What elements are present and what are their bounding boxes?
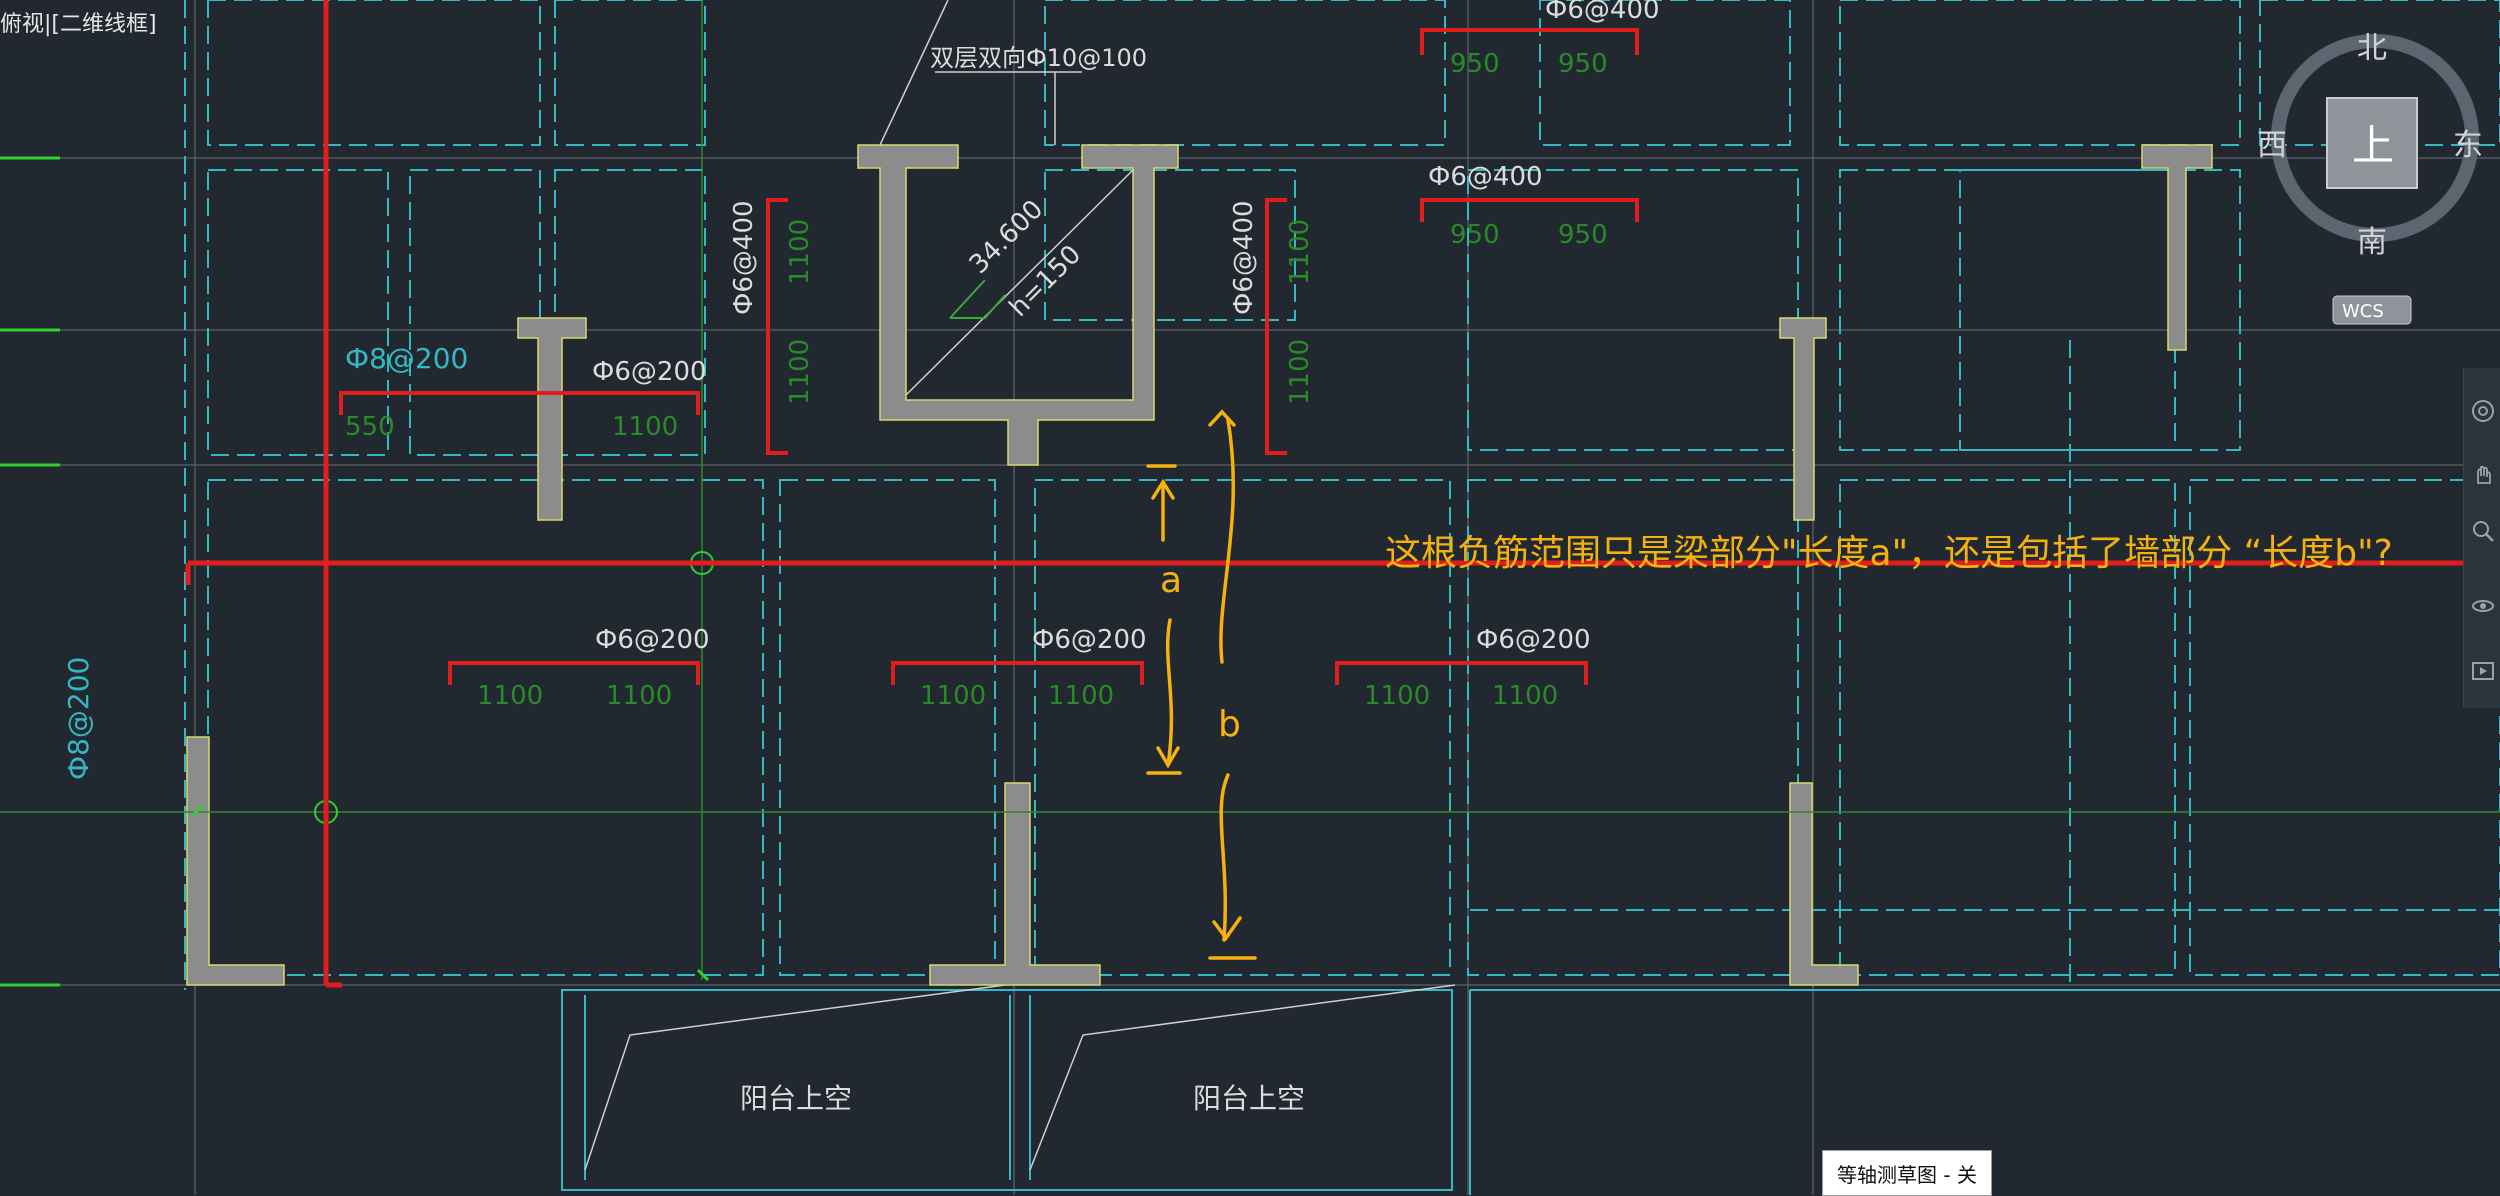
dim-v1100a: 1100 xyxy=(785,219,815,285)
dim-v1100d: 1100 xyxy=(1285,339,1315,405)
rebar-spec-mid-top: Ф6@200 xyxy=(592,357,707,387)
rebar-spec-side-left: Ф8@200 xyxy=(62,657,95,780)
label-b: b xyxy=(1218,704,1241,745)
balcony-hatch xyxy=(584,984,1456,1171)
rebar-spec-vert-right: Ф6@400 xyxy=(1229,200,1259,315)
dim-v1100b: 1100 xyxy=(785,339,815,405)
dim-b2b: 1100 xyxy=(1048,681,1114,711)
orange-annotations xyxy=(1146,409,1257,960)
dim-550: 550 xyxy=(345,412,395,442)
elevation-text: 34.600 xyxy=(964,194,1050,280)
zoom-icon[interactable] xyxy=(2470,518,2496,544)
showmotion-icon[interactable] xyxy=(2470,658,2496,684)
cad-drawing-canvas[interactable]: 双层双向Ф10@100 34.600 h=150 Ф6@400 Ф6@400 Ф… xyxy=(0,0,2500,1195)
dim-950a: 950 xyxy=(1450,49,1500,79)
dim-950c: 950 xyxy=(1450,220,1500,250)
rebar-spec-bot3: Ф6@200 xyxy=(1476,625,1591,655)
dim-v1100c: 1100 xyxy=(1285,219,1315,285)
orbit-icon[interactable] xyxy=(2470,593,2496,619)
steering-wheel-icon[interactable] xyxy=(2470,398,2496,424)
axis-lines xyxy=(0,0,2500,1195)
viewcube-north: 北 xyxy=(2357,31,2387,66)
elevation-marker xyxy=(949,279,1006,319)
balcony-labels: 阳台上空 阳台上空 xyxy=(740,1082,1305,1115)
green-ucs-lines xyxy=(0,0,2500,980)
viewcube-west: 西 xyxy=(2257,128,2287,163)
viewcube-south: 南 xyxy=(2357,225,2387,260)
dim-b3a: 1100 xyxy=(1364,681,1430,711)
dim-b2a: 1100 xyxy=(920,681,986,711)
rebar-marks xyxy=(339,28,1639,685)
rebar-spec-top2: Ф6@400 xyxy=(1428,162,1543,192)
isometric-drafting-status[interactable]: 等轴测草图 - 关 xyxy=(1822,1150,1992,1196)
balcony-label-2: 阳台上空 xyxy=(1193,1082,1305,1115)
dim-b1a: 1100 xyxy=(477,681,543,711)
rebar-spec-vert-left: Ф6@400 xyxy=(729,200,759,315)
viewcube-east: 东 xyxy=(2453,128,2483,163)
label-a: a xyxy=(1160,560,1182,601)
question-text: 这根负筋范围只是梁部分"长度a"，还是包括了墙部分 “长度b"? xyxy=(1385,533,2393,574)
rebar-spec-left: Ф8@200 xyxy=(345,342,468,375)
wcs-label: WCS xyxy=(2342,301,2384,322)
navigation-bar[interactable] xyxy=(2463,368,2500,708)
dim-b3b: 1100 xyxy=(1492,681,1558,711)
viewcube-top-label: 上 xyxy=(2352,121,2394,170)
viewcube[interactable]: 上 北 南 西 东 WCS xyxy=(2257,31,2483,325)
green-ticks xyxy=(0,156,710,987)
dimension-labels: 950 950 950 950 550 1100 1100 1100 1100 … xyxy=(345,49,1608,711)
viewport-label[interactable]: 俯视|[二维线框] xyxy=(0,6,157,38)
rebar-spec-bot1: Ф6@200 xyxy=(595,625,710,655)
pan-icon[interactable] xyxy=(2470,463,2496,489)
rebar-spec-double: 双层双向Ф10@100 xyxy=(930,44,1147,72)
dim-1100-mid: 1100 xyxy=(612,412,678,442)
rebar-spec-bot2: Ф6@200 xyxy=(1032,625,1147,655)
balcony-outlines xyxy=(561,989,2500,1195)
rebar-spec-top1: Ф6@400 xyxy=(1545,0,1660,25)
dim-950b: 950 xyxy=(1558,49,1608,79)
dim-950d: 950 xyxy=(1558,220,1608,250)
dim-b1b: 1100 xyxy=(606,681,672,711)
balcony-label-1: 阳台上空 xyxy=(740,1082,852,1115)
